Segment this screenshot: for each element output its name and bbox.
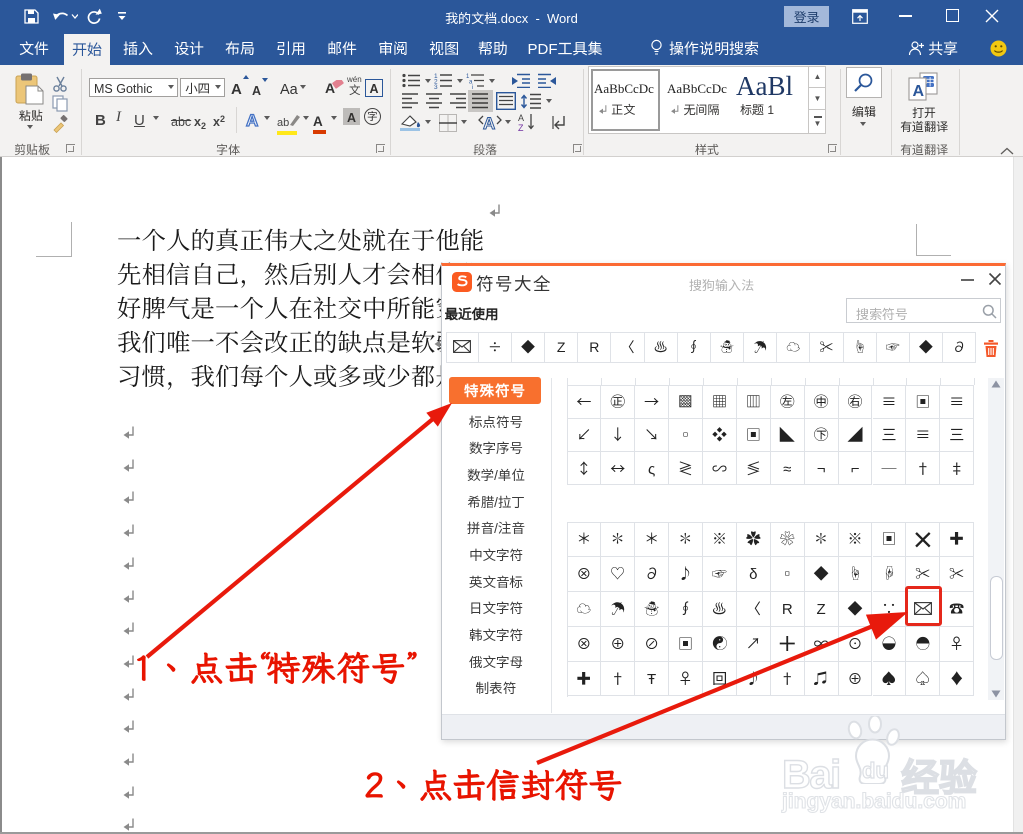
svg-text:i: i	[472, 85, 473, 89]
svg-text:A: A	[913, 83, 925, 100]
svg-text:Z: Z	[518, 123, 524, 132]
svg-text:3: 3	[434, 84, 438, 89]
svg-text:A: A	[483, 114, 495, 132]
svg-text:A: A	[518, 113, 524, 123]
